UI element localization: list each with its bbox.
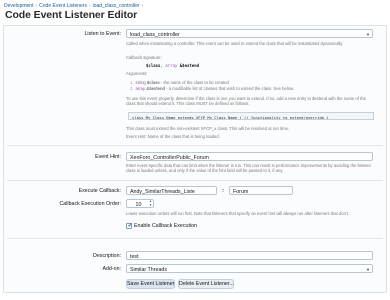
callback-separator: :: [221,188,225,194]
execution-order-help: Lower execution orders will run first. N… [126,211,350,216]
callback-method-input[interactable]: Forum [229,186,293,195]
callback-signature: $class, array &$extend [146,63,200,68]
checkmark-icon: ✓ [127,222,133,229]
event-hint-input[interactable]: XenForo_ControllerPublic_Forum [126,152,373,161]
addon-select[interactable]: Similar Threads ▼ [126,264,373,273]
callback-signature-label: Callback signature: [126,55,162,60]
listen-to-event-value: load_class_controller [130,31,180,38]
argument-1: 1. string $class - the name of the class … [130,80,229,85]
callback-signature-var1: $class [146,63,161,68]
description-input[interactable]: test [126,251,373,260]
chevron-down-icon: ▼ [366,267,370,272]
stepper-arrows-icon[interactable]: ▲ ▼ [149,200,152,207]
divider [7,180,383,181]
delete-event-listener-button[interactable]: Delete Event Listener... [178,279,234,289]
event-description-intro: Called when instantiating a controller. … [126,41,344,46]
event-hint-note: Event Hint: Name of the class that is be… [126,134,220,139]
enable-callback-label[interactable]: Enable Callback Execution [134,223,197,229]
divider [7,238,383,239]
listen-to-event-select[interactable]: load_class_controller ▼ [126,29,373,38]
addon-label: Add-on: [102,266,121,272]
event-description-use: To use this event properly, determine if… [126,96,366,107]
breadcrumb-separator-icon: › [141,3,144,9]
event-hint-help: Enter event-specific data that can limit… [126,163,372,174]
execution-order-stepper[interactable]: 10 ▲ ▼ [126,199,154,208]
addon-value: Similar Threads [130,266,167,273]
chevron-down-icon: ▼ [366,32,370,37]
listen-to-event-label: Listen to Event: [84,31,121,37]
callback-class-input[interactable]: Andy_SimilarThreads_Liste [126,186,217,195]
arguments-label: Arguments: [126,71,148,76]
enable-callback-checkbox[interactable]: ✓ [126,222,133,229]
divider [7,145,383,146]
execution-order-label: Callback Execution Order: [59,201,121,207]
save-event-listener-button[interactable]: Save Event Listener [126,279,175,289]
code-example: class My_Class_Name extends XFCP_My_Clas… [128,112,374,120]
description-label: Description: [93,253,121,259]
execute-callback-label: Execute Callback: [78,188,121,194]
execution-order-value: 10 [135,201,142,208]
callback-signature-var2: &$extend [179,63,200,68]
argument-2: 2. array &$extend - a modifiable list of … [130,86,295,91]
event-hint-label: Event Hint: [95,154,121,160]
event-description-resolve: This class must extend the non-existent … [126,126,290,131]
page-title: Code Event Listener Editor [5,9,138,21]
